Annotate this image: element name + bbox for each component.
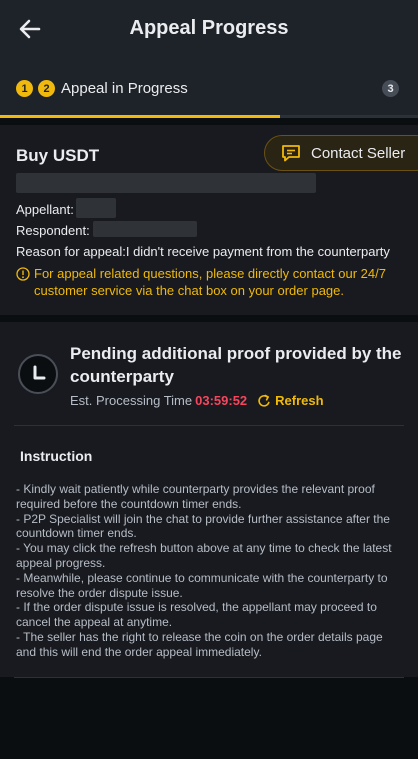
order-title: Buy USDT: [16, 146, 100, 165]
step-2-badge: 2: [38, 80, 55, 97]
refresh-icon: [258, 394, 270, 407]
pending-status-title: Pending additional proof provided by the…: [70, 344, 402, 386]
processing-time-row: Est. Processing Time 03:59:52 Refresh: [70, 393, 324, 408]
instruction-item: - Meanwhile, please continue to communic…: [16, 570, 388, 600]
support-notice-text: For appeal related questions, please dir…: [34, 266, 386, 298]
instruction-item: - The seller has the right to release th…: [16, 629, 383, 659]
step-3-badge: 3: [382, 80, 399, 97]
info-icon: [16, 267, 30, 281]
instruction-item: - Kindly wait patiently while counterpar…: [16, 482, 375, 511]
appellant-label: Appellant:: [16, 202, 74, 217]
respondent-label: Respondent:: [16, 223, 90, 238]
page-title: Appeal Progress: [129, 17, 289, 39]
redacted-respondent: [93, 221, 197, 237]
redacted-order-info: [16, 173, 316, 193]
contact-seller-label: Contact Seller: [311, 144, 406, 162]
countdown-timer: 03:59:52: [195, 393, 248, 408]
appeal-progress-steps: 1 2 Appeal in Progress 3: [0, 58, 418, 118]
app-header: Appeal Progress: [0, 0, 418, 58]
clock-icon: [18, 354, 58, 394]
instruction-item: - If the order dispute issue is resolved…: [16, 600, 377, 630]
step-1-badge: 1: [16, 80, 33, 97]
current-step-label: Appeal in Progress: [61, 80, 188, 97]
redacted-appellant: [76, 198, 116, 218]
contact-seller-button[interactable]: Contact Seller: [264, 135, 418, 171]
instruction-title: Instruction: [20, 448, 93, 464]
refresh-label: Refresh: [275, 393, 324, 408]
chat-icon: [282, 145, 300, 162]
instruction-item: - You may click the refresh button above…: [16, 541, 392, 570]
bottom-divider: [14, 677, 404, 678]
appeal-reason: Reason for appeal:I didn't receive payme…: [16, 244, 390, 259]
est-processing-label: Est. Processing Time: [70, 393, 193, 408]
progress-fill: [0, 115, 280, 118]
order-card: Buy USDT Contact Seller Appellant: Respo…: [0, 125, 418, 315]
divider: [14, 425, 404, 426]
instruction-item: - P2P Specialist will join the chat to p…: [16, 511, 390, 541]
progress-track: [280, 115, 418, 118]
appeal-status-card: Pending additional proof provided by the…: [0, 322, 418, 677]
refresh-button[interactable]: Refresh: [257, 393, 324, 408]
support-notice: For appeal related questions, please dir…: [16, 265, 406, 299]
instruction-list: - Kindly wait patiently while counterpar…: [16, 482, 406, 660]
